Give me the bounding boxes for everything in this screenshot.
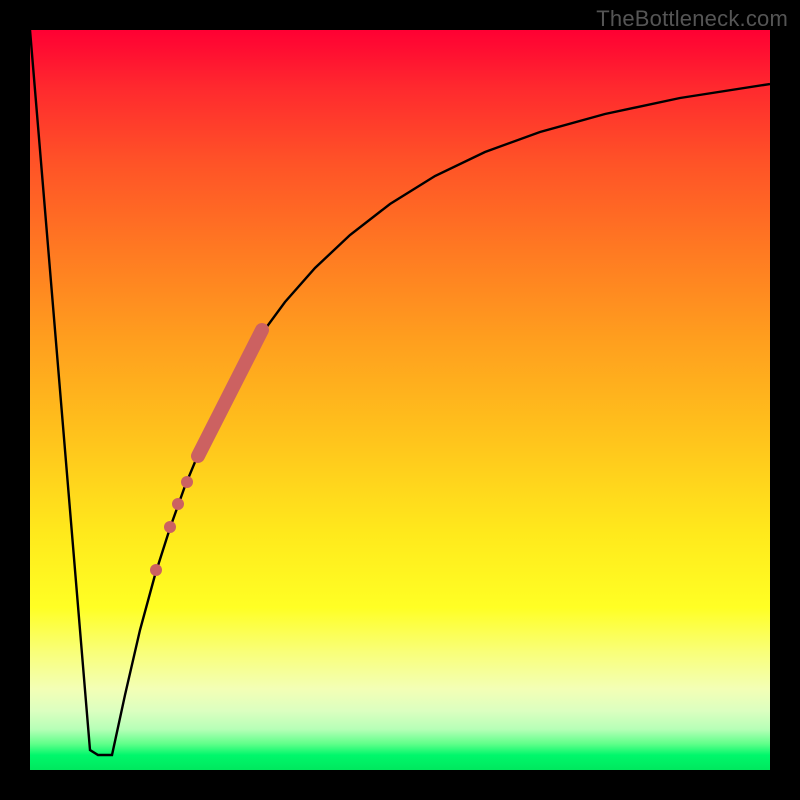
dot-b [172, 498, 184, 510]
dot-c [164, 521, 176, 533]
bottleneck-curve [30, 30, 770, 755]
plot-area [30, 30, 770, 770]
watermark-text: TheBottleneck.com [596, 6, 788, 32]
curve-layer [30, 30, 770, 770]
dot-d [150, 564, 162, 576]
chart-frame: TheBottleneck.com [0, 0, 800, 800]
dot-a [181, 476, 193, 488]
highlight-band [198, 330, 262, 456]
